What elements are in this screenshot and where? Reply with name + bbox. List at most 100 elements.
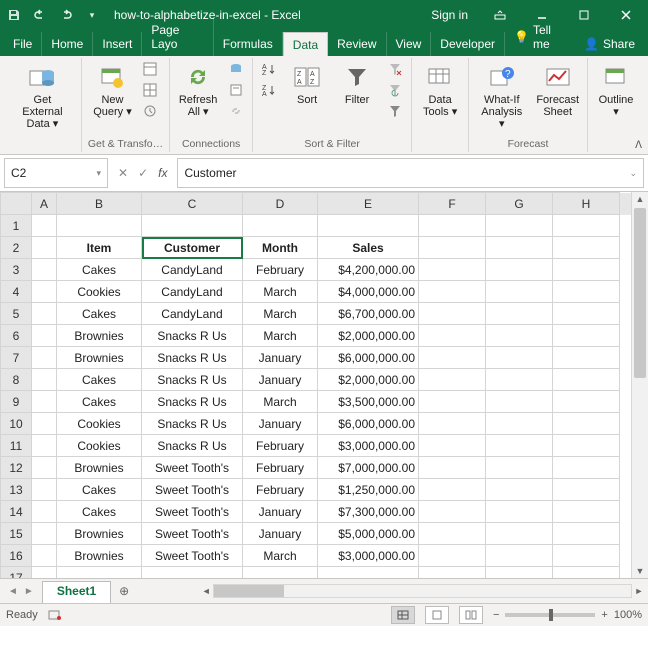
cell-B11[interactable]: Cookies	[57, 435, 142, 457]
cell-C12[interactable]: Sweet Tooth's	[142, 457, 243, 479]
refresh-all-button[interactable]: Refresh All ▾	[176, 60, 220, 120]
cell-C13[interactable]: Sweet Tooth's	[142, 479, 243, 501]
cell-A13[interactable]	[32, 479, 57, 501]
cell-D14[interactable]: January	[243, 501, 318, 523]
cell-D17[interactable]	[243, 567, 318, 579]
cell-H14[interactable]	[553, 501, 620, 523]
sign-in-link[interactable]: Sign in	[431, 8, 468, 22]
cell-B8[interactable]: Cakes	[57, 369, 142, 391]
redo-icon[interactable]	[56, 5, 76, 25]
cell-C10[interactable]: Snacks R Us	[142, 413, 243, 435]
undo-icon[interactable]	[30, 5, 50, 25]
cell-D6[interactable]: March	[243, 325, 318, 347]
scroll-right-icon[interactable]: ►	[632, 586, 646, 596]
row-header-8[interactable]: 8	[1, 369, 32, 391]
cell-F7[interactable]	[419, 347, 486, 369]
tab-developer[interactable]: Developer	[431, 32, 505, 56]
name-box[interactable]: C2 ▾	[4, 158, 108, 188]
cell-G17[interactable]	[486, 567, 553, 579]
cell-B7[interactable]: Brownies	[57, 347, 142, 369]
cell-F10[interactable]	[419, 413, 486, 435]
fx-icon[interactable]: fx	[158, 166, 167, 180]
cell-F2[interactable]	[419, 237, 486, 259]
col-header-D[interactable]: D	[243, 193, 318, 215]
cell-B14[interactable]: Cakes	[57, 501, 142, 523]
tab-formulas[interactable]: Formulas	[214, 32, 283, 56]
cell-E14[interactable]: $7,300,000.00	[318, 501, 419, 523]
get-external-data-button[interactable]: Get External Data ▾	[10, 60, 75, 132]
cell-E12[interactable]: $7,000,000.00	[318, 457, 419, 479]
cell-C3[interactable]: CandyLand	[142, 259, 243, 281]
cell-H5[interactable]	[553, 303, 620, 325]
whatif-button[interactable]: ? What-If Analysis ▾	[475, 60, 528, 132]
cell-E8[interactable]: $2,000,000.00	[318, 369, 419, 391]
cell-B4[interactable]: Cookies	[57, 281, 142, 303]
sheet-nav[interactable]: ◄►	[0, 579, 42, 603]
sort-button[interactable]: ZAAZ Sort	[285, 60, 329, 108]
advanced-button[interactable]	[385, 102, 405, 120]
cell-G12[interactable]	[486, 457, 553, 479]
cell-A10[interactable]	[32, 413, 57, 435]
cell-A8[interactable]	[32, 369, 57, 391]
cell-H3[interactable]	[553, 259, 620, 281]
cell-D4[interactable]: March	[243, 281, 318, 303]
cell-D9[interactable]: March	[243, 391, 318, 413]
add-sheet-button[interactable]: ⊕	[111, 579, 137, 603]
cell-G13[interactable]	[486, 479, 553, 501]
cell-H2[interactable]	[553, 237, 620, 259]
cell-A9[interactable]	[32, 391, 57, 413]
row-header-16[interactable]: 16	[1, 545, 32, 567]
cell-B5[interactable]: Cakes	[57, 303, 142, 325]
collapse-ribbon-icon[interactable]: ᐱ	[635, 140, 642, 151]
row-header-13[interactable]: 13	[1, 479, 32, 501]
tab-page-layout[interactable]: Page Layo	[142, 18, 213, 56]
cell-H6[interactable]	[553, 325, 620, 347]
zoom-slider[interactable]	[505, 613, 595, 617]
spreadsheet-grid[interactable]: ABCDEFGH12ItemCustomerMonthSales3CakesCa…	[0, 192, 631, 578]
cell-B3[interactable]: Cakes	[57, 259, 142, 281]
row-header-2[interactable]: 2	[1, 237, 32, 259]
cell-C15[interactable]: Sweet Tooth's	[142, 523, 243, 545]
tell-me[interactable]: 💡Tell me	[505, 18, 575, 56]
cell-F15[interactable]	[419, 523, 486, 545]
close-icon[interactable]	[608, 1, 644, 29]
cell-H12[interactable]	[553, 457, 620, 479]
cell-F13[interactable]	[419, 479, 486, 501]
cell-A11[interactable]	[32, 435, 57, 457]
row-header-17[interactable]: 17	[1, 567, 32, 579]
tab-insert[interactable]: Insert	[93, 32, 142, 56]
cell-G16[interactable]	[486, 545, 553, 567]
scroll-down-icon[interactable]: ▼	[632, 564, 648, 578]
col-header-A[interactable]: A	[32, 193, 57, 215]
zoom-control[interactable]: − + 100%	[493, 609, 642, 621]
cell-A17[interactable]	[32, 567, 57, 579]
cell-E7[interactable]: $6,000,000.00	[318, 347, 419, 369]
cell-C2[interactable]: Customer	[142, 237, 243, 259]
cell-D1[interactable]	[243, 215, 318, 237]
new-query-button[interactable]: New Query ▾	[90, 60, 134, 120]
cell-H11[interactable]	[553, 435, 620, 457]
cell-E3[interactable]: $4,200,000.00	[318, 259, 419, 281]
cell-E15[interactable]: $5,000,000.00	[318, 523, 419, 545]
cell-H7[interactable]	[553, 347, 620, 369]
col-header-corner[interactable]	[1, 193, 32, 215]
cell-G8[interactable]	[486, 369, 553, 391]
zoom-in-button[interactable]: +	[601, 609, 607, 621]
cell-D2[interactable]: Month	[243, 237, 318, 259]
cell-E4[interactable]: $4,000,000.00	[318, 281, 419, 303]
cell-F12[interactable]	[419, 457, 486, 479]
cell-A2[interactable]	[32, 237, 57, 259]
enter-icon[interactable]: ✓	[138, 166, 148, 180]
cell-H9[interactable]	[553, 391, 620, 413]
cell-E1[interactable]	[318, 215, 419, 237]
cell-A16[interactable]	[32, 545, 57, 567]
cell-D15[interactable]: January	[243, 523, 318, 545]
cell-B13[interactable]: Cakes	[57, 479, 142, 501]
connections-button[interactable]	[226, 60, 246, 78]
row-header-1[interactable]: 1	[1, 215, 32, 237]
cell-G11[interactable]	[486, 435, 553, 457]
cell-C9[interactable]: Snacks R Us	[142, 391, 243, 413]
cell-E9[interactable]: $3,500,000.00	[318, 391, 419, 413]
cell-B15[interactable]: Brownies	[57, 523, 142, 545]
cell-C6[interactable]: Snacks R Us	[142, 325, 243, 347]
